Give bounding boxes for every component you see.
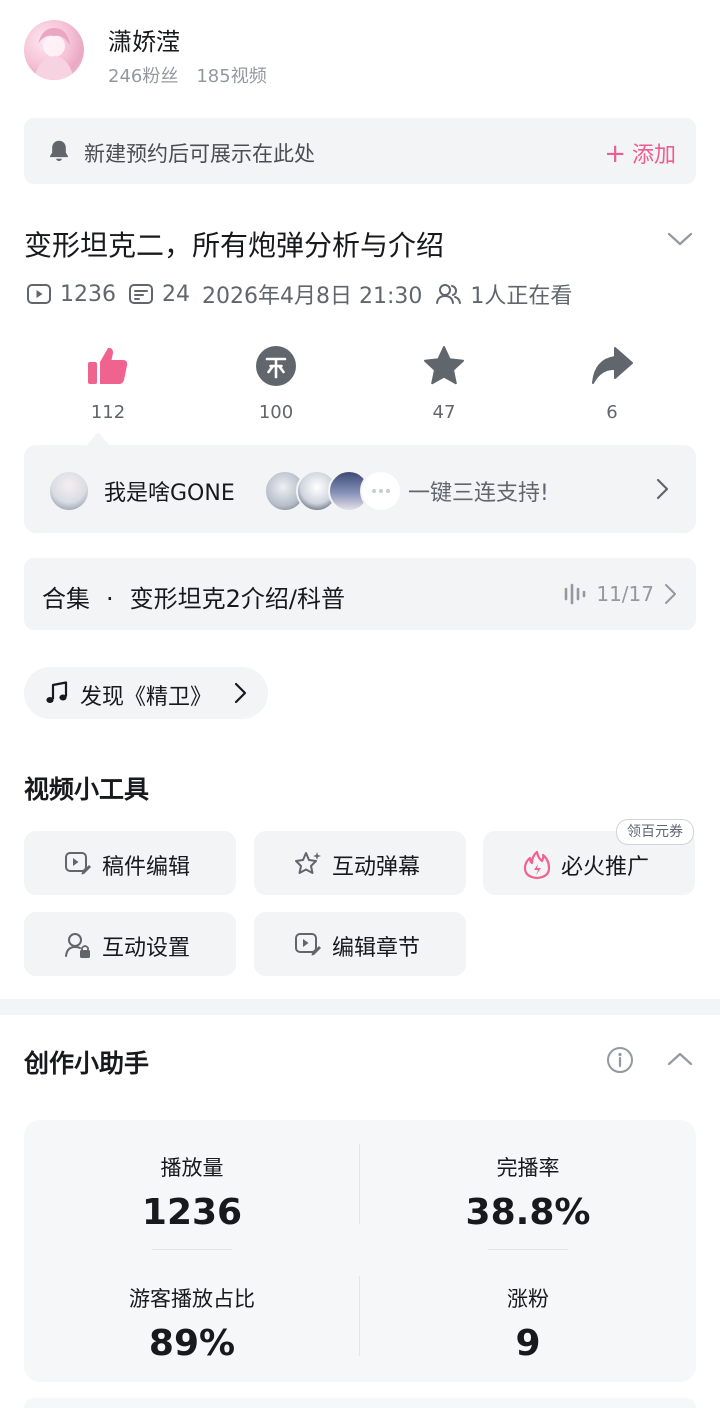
triple-support-text: 一键三连支持! — [408, 481, 549, 506]
user-stats: 246粉丝 185视频 — [108, 62, 267, 88]
thumbs-up-icon — [86, 344, 130, 388]
play-count: 1236 — [26, 282, 116, 307]
like-count: 112 — [90, 402, 126, 423]
video-count: 185视频 — [196, 66, 267, 87]
chevron-right-icon — [665, 584, 676, 604]
tools-section-title: 视频小工具 — [24, 775, 150, 804]
stats-panel: 播放量 1236 完播率 38.8% 游客播放占比 89% 涨粉 9 — [24, 1120, 696, 1382]
coupon-badge: 领百元券 — [616, 819, 694, 845]
video-meta: 1236 24 2026年4月8日 21:30 1人正在看 — [26, 278, 584, 310]
share-button[interactable]: 6 — [552, 344, 672, 423]
collection-progress: 11/17 — [562, 582, 678, 606]
video-title: 变形坦克二，所有炮弹分析与介绍 — [24, 229, 445, 262]
danmaku-icon — [129, 284, 153, 304]
divider-line — [359, 1144, 360, 1224]
collection-bar[interactable]: 合集 · 变形坦克2介绍/科普 11/17 — [24, 558, 696, 630]
plus-icon: + — [604, 139, 626, 169]
video-edit-icon — [64, 850, 92, 876]
collection-title: 合集 · 变形坦克2介绍/科普 — [42, 585, 345, 613]
commenter-avatar — [48, 470, 90, 512]
info-icon[interactable] — [606, 1046, 634, 1074]
publish-datetime: 2026年4月8日 21:30 — [202, 284, 423, 309]
tool-edit-chapters[interactable]: 编辑章节 — [254, 912, 466, 976]
share-count: 6 — [606, 402, 618, 423]
add-reservation-button[interactable]: + 添加 — [604, 137, 676, 169]
tool-manuscript-edit[interactable]: 稿件编辑 — [24, 831, 236, 895]
music-note-icon — [44, 680, 70, 706]
divider-line — [488, 1249, 568, 1250]
watching-now: 1人正在看 — [434, 278, 572, 310]
section-divider — [0, 999, 720, 1015]
favorite-button[interactable]: 47 — [384, 344, 504, 423]
stat-completion-rate: 完播率 38.8% — [465, 1156, 591, 1233]
tool-interactive-danmaku[interactable]: 互动弹幕 — [254, 831, 466, 895]
fans-count: 246粉丝 — [108, 66, 179, 87]
bell-icon — [46, 138, 72, 164]
music-chip[interactable]: 发现《精卫》 — [24, 667, 268, 719]
user-name[interactable]: 潇娇滢 — [108, 22, 180, 57]
add-label: 添加 — [631, 143, 676, 168]
coin-button[interactable]: 100 — [216, 344, 336, 423]
star-sparkle-icon — [294, 850, 322, 878]
next-card-edge — [24, 1398, 696, 1408]
reservation-hint: 新建预约后可展示在此处 — [84, 142, 315, 166]
chevron-down-icon[interactable] — [666, 228, 694, 250]
favorite-count: 47 — [432, 402, 456, 423]
user-avatar[interactable] — [24, 20, 84, 80]
music-text: 发现《精卫》 — [80, 685, 213, 710]
coin-icon — [254, 344, 298, 388]
divider-line — [152, 1249, 232, 1250]
reservation-bar: 新建预约后可展示在此处 + 添加 — [24, 118, 696, 184]
triple-support-bar[interactable]: 我是啥GONE 一键三连支持! — [24, 445, 696, 533]
chapter-edit-icon — [294, 931, 322, 957]
coin-count: 100 — [258, 402, 294, 423]
bars-icon — [565, 583, 586, 605]
play-icon — [27, 284, 51, 304]
share-icon — [590, 344, 634, 388]
stat-guest-ratio: 游客播放占比 89% — [129, 1287, 255, 1364]
assistant-section-title: 创作小助手 — [24, 1049, 150, 1078]
danmaku-count: 24 — [128, 282, 190, 307]
tool-interaction-settings[interactable]: 互动设置 — [24, 912, 236, 976]
stat-plays: 播放量 1236 — [141, 1156, 243, 1233]
chevron-up-icon[interactable] — [666, 1048, 694, 1070]
star-icon — [422, 344, 466, 388]
user-lock-icon — [64, 931, 92, 959]
chevron-right-icon — [232, 681, 248, 705]
fire-icon — [523, 850, 551, 880]
commenter-name: 我是啥GONE — [104, 481, 235, 506]
like-button[interactable]: 112 — [48, 344, 168, 423]
pointer-arrow — [86, 432, 110, 446]
more-avatars-icon — [360, 470, 402, 512]
people-icon — [436, 284, 462, 304]
stat-new-fans: 涨粉 9 — [507, 1287, 549, 1364]
chevron-right-icon — [654, 477, 670, 501]
divider-line — [359, 1276, 360, 1356]
